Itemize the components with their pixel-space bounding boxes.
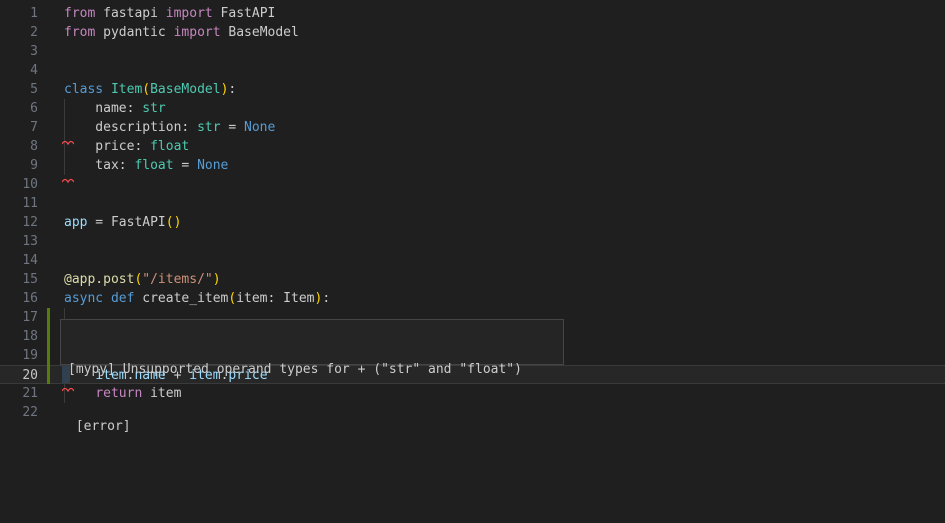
code-text: from pydantic import BaseModel [64,23,299,42]
code-editor: 1 from fastapi import FastAPI 2 from pydant… [0,0,945,523]
code-token: pydantic [95,25,173,40]
line-number[interactable]: 6 [0,99,38,118]
code-token: description: [64,120,197,135]
line-number[interactable]: 16 [0,289,38,308]
code-token: = FastAPI [87,215,165,230]
line-number[interactable]: 13 [0,232,38,251]
line-number[interactable]: 21 [0,384,38,403]
code-line[interactable]: 11 [0,194,945,213]
code-line[interactable]: 1 from fastapi import FastAPI [0,4,945,23]
code-line[interactable]: 10 [0,175,945,194]
code-line[interactable]: 4 [0,61,945,80]
line-number[interactable]: 15 [0,270,38,289]
code-text: from fastapi import FastAPI [64,4,275,23]
line-number[interactable]: 20 [0,366,38,383]
code-token: : [322,291,330,306]
line-number[interactable]: 19 [0,346,38,365]
code-token: def [111,291,134,306]
line-number[interactable]: 11 [0,194,38,213]
code-line[interactable]: 13 [0,232,945,251]
code-token: ( [142,82,150,97]
code-token: str [142,101,165,116]
code-token: "/items/" [142,272,212,287]
line-number[interactable]: 1 [0,4,38,23]
code-token: None [197,158,228,173]
code-text: async def create_item(item: Item): [64,289,330,308]
code-token: BaseModel [221,25,299,40]
line-number[interactable]: 22 [0,403,38,422]
error-squiggle-icon [62,170,74,176]
code-token: = [174,158,197,173]
code-token: async [64,291,103,306]
code-token: str [197,120,220,135]
code-token: import [174,25,221,40]
git-added-gutter-bar [47,308,50,384]
code-text: app = FastAPI() [64,213,181,232]
code-text: class Item(BaseModel): [64,80,236,99]
code-line[interactable]: 9 tax: float = None [0,156,945,175]
code-token: price: [64,139,150,154]
code-text: tax: float = None [64,156,228,175]
code-token: class [64,82,103,97]
code-line[interactable]: 15 @app.post("/items/") [0,270,945,289]
line-number[interactable]: 7 [0,118,38,137]
code-line[interactable]: 7 description: str = None [0,118,945,137]
code-line[interactable]: 3 [0,42,945,61]
code-line[interactable]: 8 price: float [0,137,945,156]
code-text: description: str = None [64,118,275,137]
code-token: create_item [134,291,228,306]
line-number[interactable]: 10 [0,175,38,194]
line-number[interactable]: 8 [0,137,38,156]
code-line[interactable]: 16 async def create_item(item: Item): [0,289,945,308]
code-line[interactable]: 2 from pydantic import BaseModel [0,23,945,42]
code-token: app [64,215,87,230]
code-token: None [244,120,275,135]
code-line[interactable]: 5 class Item(BaseModel): [0,80,945,99]
line-number[interactable]: 12 [0,213,38,232]
code-text: price: float [64,137,189,156]
tooltip-severity: [error] [68,417,556,436]
code-token: float [150,139,189,154]
code-token: FastAPI [213,6,276,21]
error-tooltip: [mypy] Unsupported operand types for + (… [60,319,564,365]
code-text: @app.post("/items/") [64,270,221,289]
line-number[interactable]: 14 [0,251,38,270]
code-token: from [64,25,95,40]
code-token: from [64,6,95,21]
code-token: item: Item [236,291,314,306]
code-token: : [228,82,236,97]
code-token: @app.post [64,272,134,287]
line-number[interactable]: 9 [0,156,38,175]
code-line[interactable]: 14 [0,251,945,270]
code-token [103,291,111,306]
line-number[interactable]: 17 [0,308,38,327]
code-token: BaseModel [150,82,220,97]
tooltip-message: [mypy] Unsupported operand types for + (… [68,360,556,379]
line-number[interactable]: 2 [0,23,38,42]
code-line[interactable]: 6 name: str [0,99,945,118]
code-token [103,82,111,97]
line-number[interactable]: 5 [0,80,38,99]
code-token: () [166,215,182,230]
code-token: import [166,6,213,21]
code-token: tax: [64,158,134,173]
code-token: = [221,120,244,135]
error-squiggle-icon [62,132,74,138]
code-token: ) [213,272,221,287]
code-text: name: str [64,99,166,118]
code-token: fastapi [95,6,165,21]
code-token: float [134,158,173,173]
line-number[interactable]: 4 [0,61,38,80]
line-number[interactable]: 18 [0,327,38,346]
code-line[interactable]: 12 app = FastAPI() [0,213,945,232]
code-token: Item [111,82,142,97]
line-number[interactable]: 3 [0,42,38,61]
code-token: name: [64,101,142,116]
